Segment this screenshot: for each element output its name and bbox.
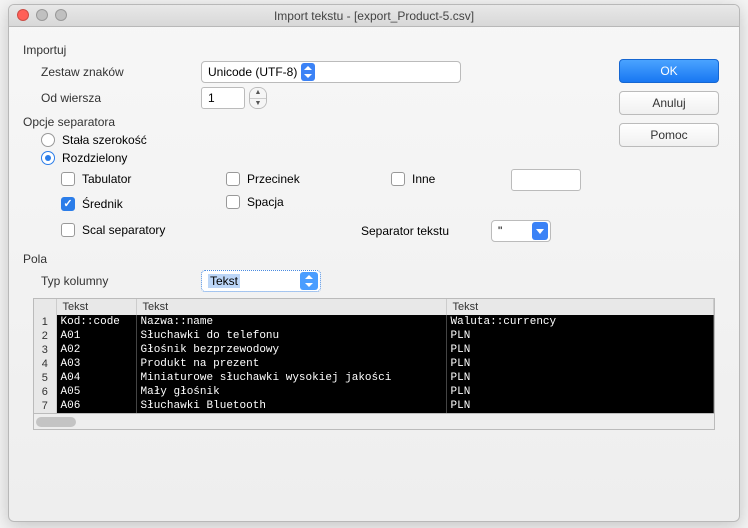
radio-fixed-label: Stała szerokość xyxy=(62,133,147,147)
section-import: Importuj xyxy=(23,43,725,57)
table-row[interactable]: 2A01Słuchawki do telefonuPLN xyxy=(34,329,714,343)
table-row[interactable]: 4A03Produkt na prezentPLN xyxy=(34,357,714,371)
charset-select[interactable]: Unicode (UTF-8) xyxy=(201,61,461,83)
help-button[interactable]: Pomoc xyxy=(619,123,719,147)
check-space[interactable]: Spacja xyxy=(226,195,284,209)
check-merge-label: Scal separatory xyxy=(82,223,165,237)
check-comma[interactable]: Przecinek xyxy=(226,172,300,186)
check-semicolon-label: Średnik xyxy=(82,197,123,211)
preview-table[interactable]: Tekst Tekst Tekst 1Kod::codeNazwa::nameW… xyxy=(33,298,715,414)
preview-header: Tekst Tekst Tekst xyxy=(34,299,714,315)
check-merge[interactable]: Scal separatory xyxy=(61,223,165,237)
coltype-value: Tekst xyxy=(208,274,240,288)
charset-label: Zestaw znaków xyxy=(41,65,201,79)
table-row[interactable]: 6A05Mały głośnikPLN xyxy=(34,385,714,399)
coltype-label: Typ kolumny xyxy=(41,274,201,288)
window-controls xyxy=(17,9,67,21)
other-delimiter-input[interactable] xyxy=(511,169,581,191)
radio-delimited-label: Rozdzielony xyxy=(62,151,127,165)
checkbox-icon xyxy=(391,172,405,186)
cancel-button[interactable]: Anuluj xyxy=(619,91,719,115)
table-row[interactable]: 3A02Głośnik bezprzewodowyPLN xyxy=(34,343,714,357)
horizontal-scrollbar[interactable] xyxy=(33,414,715,430)
checkbox-icon xyxy=(61,223,75,237)
minimize-icon xyxy=(36,9,48,21)
chevron-down-icon xyxy=(532,222,548,240)
column-type-select[interactable]: Tekst xyxy=(201,270,321,292)
table-row[interactable]: 7A06Słuchawki BluetoothPLN xyxy=(34,399,714,413)
check-tab[interactable]: Tabulator xyxy=(61,172,131,186)
chevron-updown-icon xyxy=(301,63,315,81)
scrollbar-thumb[interactable] xyxy=(36,417,76,427)
fromrow-label: Od wiersza xyxy=(41,91,201,105)
radio-icon xyxy=(41,151,55,165)
textsep-value: " xyxy=(498,224,502,238)
checkbox-icon xyxy=(61,172,75,186)
close-icon[interactable] xyxy=(17,9,29,21)
radio-fixed-width[interactable]: Stała szerokość xyxy=(41,133,147,147)
check-other[interactable]: Inne xyxy=(391,172,435,186)
fromrow-stepper[interactable]: ▲▼ xyxy=(249,87,267,109)
titlebar: Import tekstu - [export_Product-5.csv] xyxy=(9,5,739,27)
checkbox-icon xyxy=(226,172,240,186)
text-separator-select[interactable]: " xyxy=(491,220,551,242)
table-row[interactable]: 1Kod::codeNazwa::nameWaluta::currency xyxy=(34,315,714,329)
charset-value: Unicode (UTF-8) xyxy=(208,65,297,79)
window-title: Import tekstu - [export_Product-5.csv] xyxy=(274,9,474,23)
dialog-window: Import tekstu - [export_Product-5.csv] O… xyxy=(8,4,740,522)
chevron-updown-icon xyxy=(300,272,318,290)
fromrow-input[interactable] xyxy=(201,87,245,109)
check-other-label: Inne xyxy=(412,172,435,186)
radio-delimited[interactable]: Rozdzielony xyxy=(41,151,127,165)
radio-icon xyxy=(41,133,55,147)
table-row[interactable]: 5A04Miniaturowe słuchawki wysokiej jakoś… xyxy=(34,371,714,385)
check-semicolon[interactable]: ✓ Średnik xyxy=(61,197,123,211)
zoom-icon xyxy=(55,9,67,21)
check-space-label: Spacja xyxy=(247,195,284,209)
checkbox-icon xyxy=(226,195,240,209)
section-fields: Pola xyxy=(23,252,725,266)
ok-button[interactable]: OK xyxy=(619,59,719,83)
textsep-label: Separator tekstu xyxy=(361,224,491,238)
checkbox-icon: ✓ xyxy=(61,197,75,211)
check-tab-label: Tabulator xyxy=(82,172,131,186)
check-comma-label: Przecinek xyxy=(247,172,300,186)
